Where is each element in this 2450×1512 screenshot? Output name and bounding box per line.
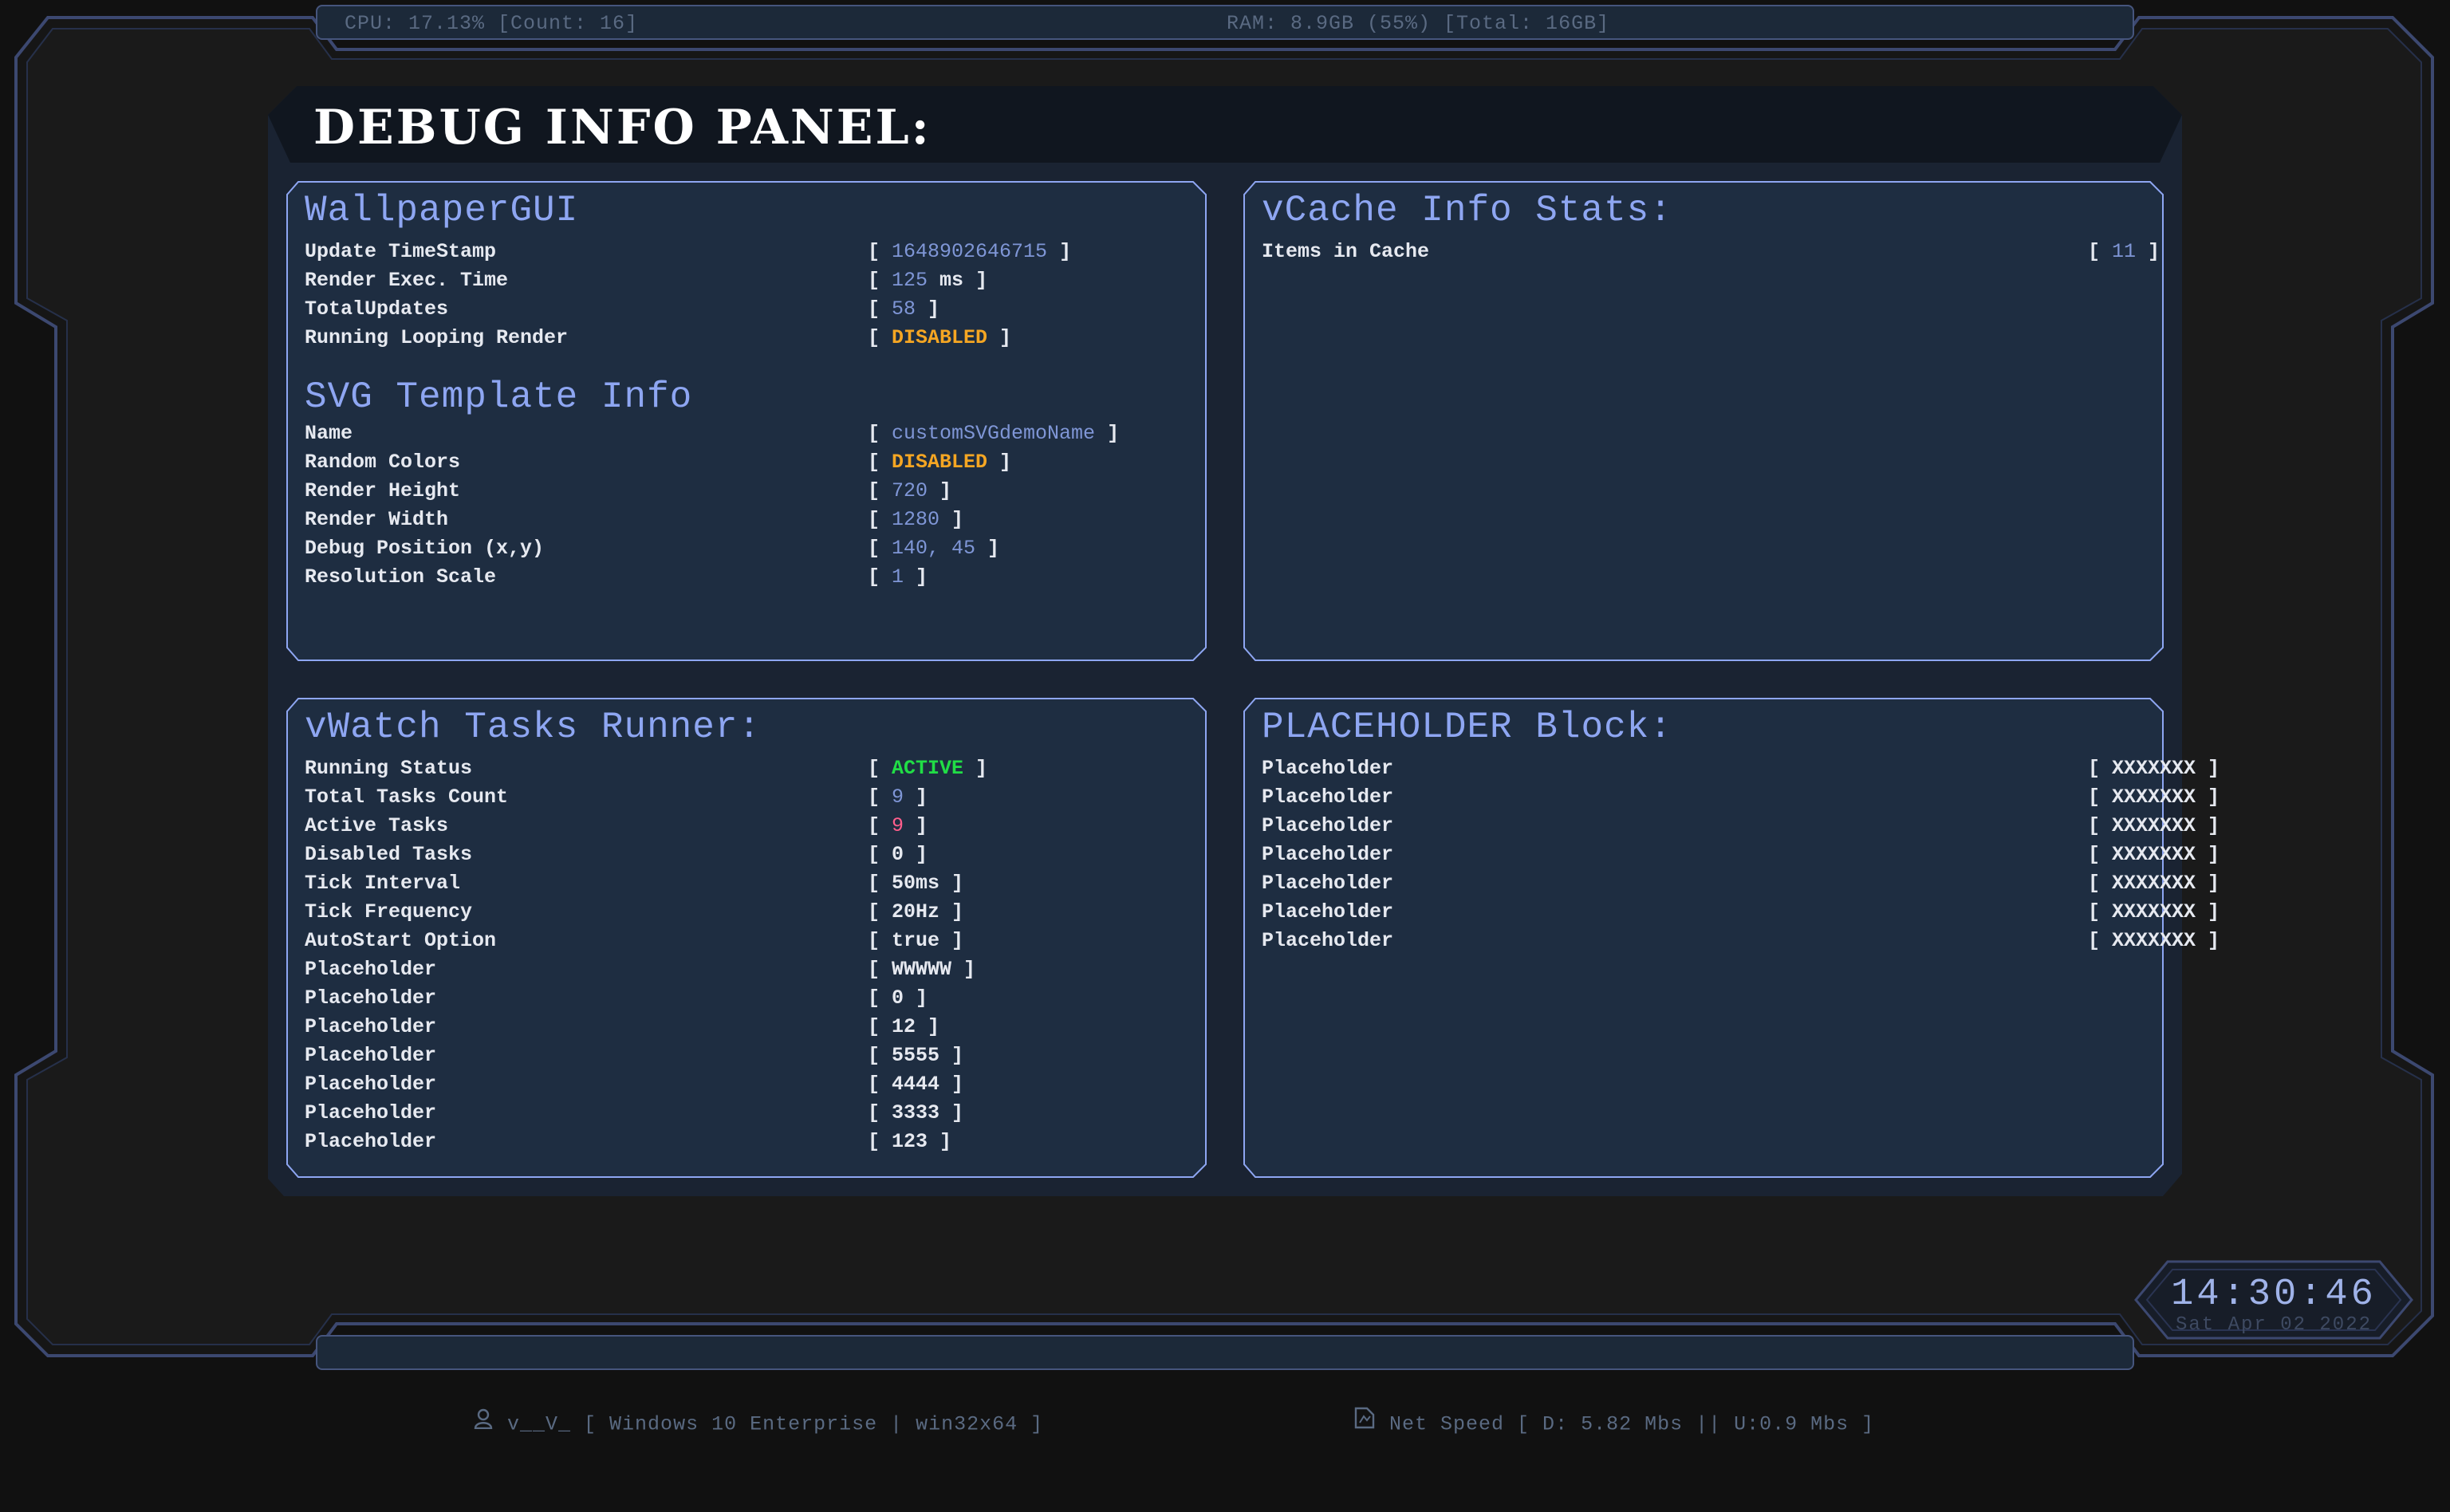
row-label: Debug Position (x,y)	[305, 537, 545, 560]
placeholder-card: PLACEHOLDER Block: Placeholder [ XXXXXXX …	[1243, 697, 2220, 1179]
row-label: Placeholder	[1262, 843, 1394, 866]
ram-usage: RAM: 8.9GB (55%) [Total: 16GB]	[1227, 12, 1610, 35]
row-value: [ 12 ]	[868, 1015, 940, 1038]
row-value: [ 50ms ]	[868, 872, 964, 895]
row-label: Running Looping Render	[305, 326, 569, 349]
placeholder-title: PLACEHOLDER Block:	[1262, 707, 1672, 748]
row-value: [ XXXXXXX ]	[2088, 757, 2220, 780]
row-value: [ XXXXXXX ]	[2088, 843, 2220, 866]
row-value: [ 4444 ]	[868, 1073, 964, 1096]
row-value: [ 9 ]	[868, 786, 928, 809]
row-value: [ XXXXXXX ]	[2088, 872, 2220, 895]
system-info: v__V_ [ Windows 10 Enterprise | win32x64…	[346, 1337, 1043, 1512]
vcache-card: vCache Info Stats: Items in Cache [ 11 ]	[1243, 180, 2164, 662]
row-value: [ XXXXXXX ]	[2088, 786, 2220, 809]
row-value: [ 720 ]	[868, 479, 952, 502]
row-label: Placeholder	[305, 1015, 437, 1038]
svg-template-title: SVG Template Info	[305, 376, 693, 418]
row-label: Tick Interval	[305, 872, 461, 895]
row-label: Running Status	[305, 757, 473, 780]
wallpaper-gui-card: WallpaperGUI Update TimeStamp [ 164890264…	[286, 180, 1207, 662]
wallpaper-gui-title: WallpaperGUI	[305, 190, 579, 231]
row-value: [ 125 ms ]	[868, 269, 988, 292]
row-label: Placeholder	[1262, 814, 1394, 837]
row-label: Placeholder	[305, 958, 437, 981]
row-label: Placeholder	[305, 1044, 437, 1067]
row-label: Random Colors	[305, 451, 461, 474]
row-label: Resolution Scale	[305, 565, 497, 589]
row-label: Update TimeStamp	[305, 240, 497, 263]
row-value: [ 20Hz ]	[868, 900, 964, 923]
row-label: Tick Frequency	[305, 900, 473, 923]
bottom-status-bar: v__V_ [ Windows 10 Enterprise | win32x64…	[316, 1335, 2134, 1436]
row-label: Placeholder	[305, 986, 437, 1010]
row-label: Placeholder	[1262, 929, 1394, 952]
user-icon	[397, 1372, 493, 1477]
row-value: [ 3333 ]	[868, 1101, 964, 1124]
row-label: Placeholder	[1262, 786, 1394, 809]
row-value: [ DISABLED ]	[868, 326, 1012, 349]
row-label: AutoStart Option	[305, 929, 497, 952]
row-label: Total Tasks Count	[305, 786, 509, 809]
row-value: [ true ]	[868, 929, 964, 952]
row-label: Items in Cache	[1262, 240, 1430, 263]
row-label: Name	[305, 422, 353, 445]
row-value: [ 5555 ]	[868, 1044, 964, 1067]
cpu-usage: CPU: 17.13% [Count: 16]	[345, 12, 639, 35]
row-value: [ ACTIVE ]	[868, 757, 988, 780]
row-value: [ XXXXXXX ]	[2088, 814, 2220, 837]
row-value: [ WWWWW ]	[868, 958, 976, 981]
network-icon	[1278, 1372, 1375, 1477]
net-speed: Net Speed [ D: 5.82 Mbs || U:0.9 Mbs ]	[1227, 1337, 1874, 1512]
row-value: [ 1 ]	[868, 565, 928, 589]
row-value: [ DISABLED ]	[868, 451, 1012, 474]
row-value: [ XXXXXXX ]	[2088, 900, 2220, 923]
row-value: [ 1280 ]	[868, 508, 964, 531]
vwatch-card: vWatch Tasks Runner: Running Status [ ACT…	[286, 697, 1207, 1179]
top-status-bar: CPU: 17.13% [Count: 16] RAM: 8.9GB (55%)…	[316, 5, 2134, 40]
row-value: [ 123 ]	[868, 1130, 952, 1153]
row-label: TotalUpdates	[305, 297, 449, 321]
row-label: Placeholder	[1262, 872, 1394, 895]
clock-time: 14:30:46	[2171, 1274, 2377, 1316]
row-label: Disabled Tasks	[305, 843, 473, 866]
row-value: [ XXXXXXX ]	[2088, 929, 2220, 952]
row-value: [ 0 ]	[868, 986, 928, 1010]
vwatch-title: vWatch Tasks Runner:	[305, 707, 762, 748]
vcache-title: vCache Info Stats:	[1262, 190, 1672, 231]
row-value: [ 58 ]	[868, 297, 940, 321]
row-value: [ 9 ]	[868, 814, 928, 837]
row-label: Placeholder	[305, 1073, 437, 1096]
row-label: Placeholder	[1262, 900, 1394, 923]
row-label: Placeholder	[305, 1130, 437, 1153]
system-info-text: v__V_ [ Windows 10 Enterprise | win32x64…	[507, 1412, 1044, 1436]
row-value: [ customSVGdemoName ]	[868, 422, 1120, 445]
page-title: DEBUG INFO PANEL:	[313, 100, 932, 156]
row-label: Render Height	[305, 479, 461, 502]
net-speed-text: Net Speed [ D: 5.82 Mbs || U:0.9 Mbs ]	[1389, 1412, 1875, 1436]
row-label: Render Exec. Time	[305, 269, 509, 292]
row-label: Placeholder	[305, 1101, 437, 1124]
row-value: [ 11 ]	[2088, 240, 2160, 263]
row-label: Placeholder	[1262, 757, 1394, 780]
row-value: [ 140, 45 ]	[868, 537, 1000, 560]
clock-date: Sat Apr 02 2022	[2175, 1314, 2373, 1336]
row-value: [ 0 ]	[868, 843, 928, 866]
row-label: Active Tasks	[305, 814, 449, 837]
row-value: [ 1648902646715 ]	[868, 240, 1072, 263]
row-label: Render Width	[305, 508, 449, 531]
